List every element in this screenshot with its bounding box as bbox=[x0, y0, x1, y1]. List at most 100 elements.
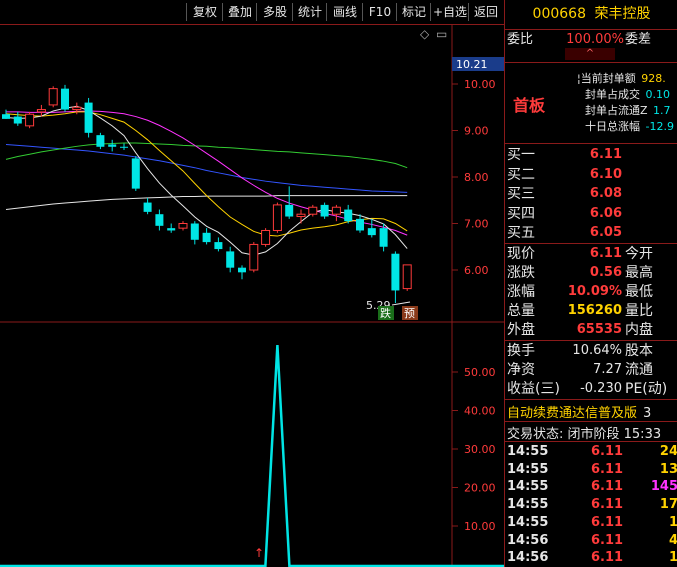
candle bbox=[272, 202, 282, 233]
tick-volume: 13 bbox=[659, 461, 677, 477]
candle bbox=[178, 221, 188, 231]
bid-price: 6.06 bbox=[589, 205, 622, 221]
candle-body bbox=[143, 202, 152, 212]
stat-value: 156260 bbox=[567, 303, 622, 318]
candle bbox=[261, 228, 271, 247]
candle bbox=[2, 109, 10, 119]
stat-label: 涨幅 bbox=[507, 284, 535, 300]
tick-volume: 1 bbox=[668, 550, 677, 566]
candle-body bbox=[108, 144, 117, 147]
candle-body bbox=[48, 88, 58, 106]
candle-body bbox=[331, 206, 341, 215]
diamond-icon[interactable]: ◇ bbox=[420, 27, 430, 41]
tick-row: 14:55 6.11 145 bbox=[505, 478, 677, 496]
stat2-label: 换手 bbox=[507, 343, 535, 359]
bid-row: 买一 6.11 bbox=[505, 146, 677, 164]
ind-tick-label: 50.00 bbox=[464, 366, 496, 379]
candle-body bbox=[379, 228, 388, 247]
candle-body bbox=[96, 135, 105, 147]
stat-row: 涨幅 10.09% 最低 bbox=[505, 283, 677, 301]
tick-row: 14:55 6.11 17 bbox=[505, 496, 677, 514]
stock-name: 荣丰控股 bbox=[594, 6, 651, 22]
stat-label: 现价 bbox=[507, 246, 535, 262]
tick-row: 14:56 6.11 1 bbox=[505, 549, 677, 567]
candle bbox=[25, 111, 35, 129]
candle-body bbox=[285, 204, 294, 217]
candle-body bbox=[356, 218, 364, 231]
candle-body bbox=[367, 228, 376, 236]
stat-label: 涨跌 bbox=[507, 265, 535, 281]
candle-body bbox=[36, 109, 46, 113]
tick-time: 14:55 bbox=[507, 479, 549, 495]
tick-time: 14:55 bbox=[507, 514, 549, 530]
stat-label: 总量 bbox=[507, 303, 535, 319]
candle bbox=[84, 97, 93, 138]
tick-row: 14:55 6.11 13 bbox=[505, 461, 677, 479]
stat2-row: 净资 7.27 流通 bbox=[505, 361, 677, 379]
ma60-line bbox=[5, 142, 408, 169]
bid-row: 买五 6.05 bbox=[505, 224, 677, 242]
candle-body bbox=[261, 229, 271, 245]
quote-panel: 000668 荣丰控股 委比 100.00% 委差 ^ 首板 ¦当前封单额 92… bbox=[504, 0, 677, 567]
candle-body bbox=[2, 114, 10, 119]
stat-value: 0.56 bbox=[589, 265, 622, 280]
kline-chart[interactable]: ◇ ▭ 10.009.008.007.006.00 10.21 5.29 跌 预… bbox=[0, 0, 504, 567]
candle bbox=[48, 86, 58, 108]
ind-tick-label: 10.00 bbox=[464, 520, 496, 533]
stat2-label2: PE(动) bbox=[625, 381, 668, 397]
bid-label: 买一 bbox=[507, 147, 535, 163]
stat-row: 总量 156260 量比 bbox=[505, 302, 677, 320]
stat2-label2: 流通 bbox=[625, 362, 653, 378]
stat-row: 外盘 65535 内盘 bbox=[505, 321, 677, 339]
candle-body bbox=[238, 267, 246, 273]
candle-body bbox=[120, 146, 128, 148]
candle bbox=[285, 186, 294, 219]
low-price-arrow bbox=[391, 301, 411, 306]
tick-price: 6.11 bbox=[591, 461, 624, 477]
weibi-value: 100.00% bbox=[566, 32, 624, 47]
stat-label2: 量比 bbox=[625, 303, 653, 319]
candle-body bbox=[167, 228, 176, 231]
candle bbox=[214, 237, 223, 252]
bid-row: 买三 6.08 bbox=[505, 185, 677, 203]
tick-volume: 17 bbox=[659, 497, 677, 513]
candle bbox=[120, 143, 128, 151]
collapse-caret-icon[interactable]: ^ bbox=[565, 48, 615, 60]
candle bbox=[155, 209, 164, 231]
candle bbox=[190, 221, 199, 245]
candle bbox=[320, 202, 329, 219]
tick-volume: 4 bbox=[668, 532, 677, 548]
tick-time: 14:55 bbox=[507, 444, 549, 459]
limit-up-label: 首板 bbox=[513, 96, 546, 115]
promo-banner[interactable]: 自动续费通达信普及版 3 bbox=[507, 402, 651, 421]
candle bbox=[61, 84, 69, 112]
stat2-value: 7.27 bbox=[593, 362, 622, 377]
candle bbox=[143, 197, 152, 215]
tick-time: 14:55 bbox=[507, 461, 549, 477]
ind-tick-label: 40.00 bbox=[464, 405, 496, 418]
candle-body bbox=[155, 214, 164, 226]
stat-row: 涨跌 0.56 最高 bbox=[505, 264, 677, 282]
current-price-label: 10.21 bbox=[456, 58, 488, 71]
expand-icon[interactable]: ▭ bbox=[436, 27, 447, 41]
stock-header[interactable]: 000668 荣丰控股 bbox=[505, 0, 677, 29]
candle-body bbox=[190, 223, 199, 240]
stat2-row: 收益(三) -0.230 PE(动) bbox=[505, 380, 677, 398]
stat-value: 6.11 bbox=[589, 246, 622, 261]
tick-price: 6.11 bbox=[591, 514, 624, 530]
tick-volume: 24 bbox=[659, 444, 677, 459]
ind-tick-label: 30.00 bbox=[464, 443, 496, 456]
candle-body bbox=[402, 264, 412, 290]
price-tick-label: 6.00 bbox=[464, 264, 489, 277]
tick-row: 14:55 6.11 1 bbox=[505, 514, 677, 532]
ma250-line bbox=[5, 195, 408, 211]
price-tick-label: 7.00 bbox=[464, 218, 489, 231]
tick-price: 6.11 bbox=[591, 550, 624, 566]
weibi-row: 委比 100.00% 委差 bbox=[505, 31, 677, 49]
stat-label2: 最高 bbox=[625, 265, 653, 281]
indicator-axis: 50.00 40.00 30.00 20.00 10.00 bbox=[452, 366, 496, 533]
tick-time: 14:55 bbox=[507, 497, 549, 513]
tick-price: 6.11 bbox=[591, 444, 624, 459]
candle bbox=[202, 228, 211, 245]
tick-volume: 1 bbox=[668, 514, 677, 530]
